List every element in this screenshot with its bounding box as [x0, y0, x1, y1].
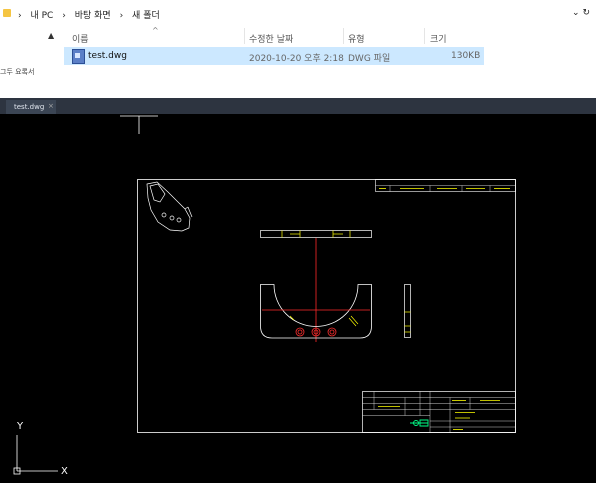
nav-pane-label[interactable]: 그두 요록서 — [0, 67, 34, 77]
drawing-canvas[interactable]: Y X — [0, 114, 596, 483]
breadcrumb-separator: › — [119, 11, 124, 21]
crosshair-cursor — [120, 115, 158, 134]
column-header-name[interactable]: 이름 — [72, 32, 89, 45]
projection-symbol — [410, 419, 429, 427]
breadcrumb-separator: › — [18, 11, 22, 21]
breadcrumb-desktop[interactable]: 바탕 화면 — [75, 11, 111, 21]
drawing-tab[interactable]: test.dwg × — [6, 100, 56, 114]
breadcrumb-new-folder[interactable]: 새 폴더 — [132, 11, 160, 21]
breadcrumb-my-pc[interactable]: 내 PC — [30, 11, 53, 21]
breadcrumb-separator: › — [62, 11, 66, 21]
address-bar[interactable]: › 내 PC › 바탕 화면 › 새 폴더 ⌄ ↻ — [0, 6, 596, 26]
side-view — [404, 284, 411, 338]
revision-strip — [375, 179, 516, 192]
column-header-type[interactable]: 유형 — [348, 32, 365, 45]
ucs-y-label: Y — [16, 421, 24, 432]
ucs-axis-icon — [13, 435, 58, 475]
dwg-file-icon — [72, 49, 85, 64]
column-divider[interactable] — [343, 28, 344, 44]
title-block — [362, 391, 516, 433]
column-divider[interactable] — [424, 28, 425, 44]
file-name: test.dwg — [88, 51, 127, 61]
column-header-date[interactable]: 수정한 날짜 — [249, 32, 293, 45]
file-date: 2020-10-20 오후 2:18 — [249, 54, 344, 64]
navigation-pane: ▲ 그두 요록서 — [0, 28, 62, 98]
column-divider[interactable] — [244, 28, 245, 44]
sort-indicator-icon: ^ — [152, 26, 159, 35]
dropdown-refresh-icons[interactable]: ⌄ ↻ — [572, 8, 590, 18]
isometric-view — [146, 181, 193, 232]
file-row[interactable]: test.dwg 2020-10-20 오후 2:18 DWG 파일 130KB — [64, 47, 484, 65]
drawing-tab-bar: test.dwg × — [0, 98, 596, 114]
drawing-border — [137, 179, 516, 433]
column-header-size[interactable]: 크기 — [430, 32, 447, 45]
chevron-up-icon[interactable]: ▲ — [48, 31, 54, 40]
file-explorer-window: › 내 PC › 바탕 화면 › 새 폴더 ⌄ ↻ ▲ 그두 요록서 ^ 이름 … — [0, 0, 596, 98]
file-size: 130KB — [451, 51, 481, 61]
close-icon[interactable]: × — [48, 102, 54, 110]
ucs-x-label: X — [61, 466, 68, 477]
folder-icon — [3, 9, 11, 17]
file-type: DWG 파일 — [348, 54, 391, 64]
breadcrumb: › 내 PC › 바탕 화면 › 새 폴더 — [18, 8, 166, 21]
top-view — [260, 230, 372, 238]
drawing-tab-label: test.dwg — [14, 103, 45, 111]
cad-viewer: test.dwg × Y X — [0, 98, 596, 483]
